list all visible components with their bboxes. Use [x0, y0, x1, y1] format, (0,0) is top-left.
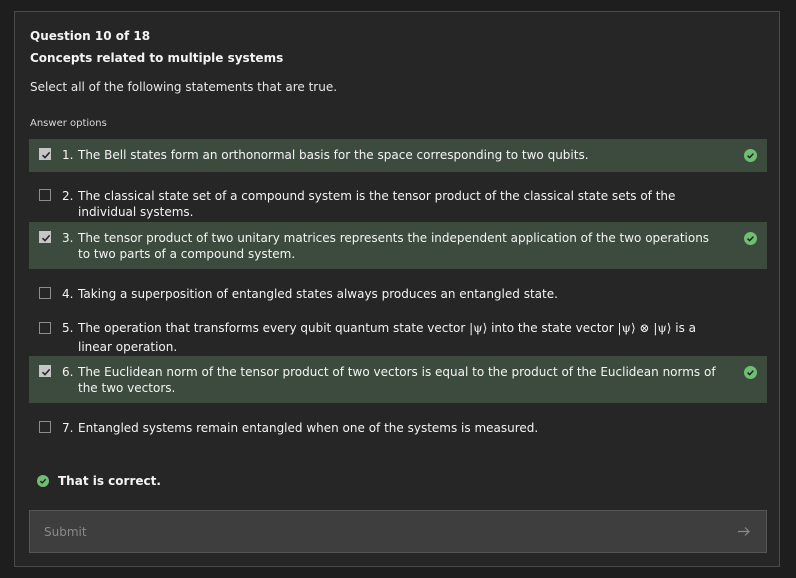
- checkbox-unchecked[interactable]: [39, 421, 51, 433]
- option-text: The tensor product of two unitary matric…: [78, 231, 710, 261]
- option-text: The Euclidean norm of the tensor product…: [78, 365, 716, 395]
- option-number: 7.: [62, 421, 74, 435]
- submit-label: Submit: [44, 524, 87, 539]
- answer-option-4[interactable]: 4. Taking a superposition of entangled s…: [29, 278, 767, 308]
- submit-button[interactable]: Submit: [29, 510, 767, 553]
- feedback-text: That is correct.: [58, 474, 161, 488]
- check-circle-icon: [744, 232, 757, 245]
- option-text-part-1: The operation that transforms every qubi…: [78, 321, 470, 335]
- option-number: 5.: [62, 321, 74, 335]
- checkmark-icon: [41, 151, 51, 159]
- psi-tensor-psi-math: |ψ⟩ ⊗ |ψ⟩: [617, 321, 672, 335]
- question-prompt: Select all of the following statements t…: [30, 80, 338, 94]
- checkbox-checked[interactable]: [39, 365, 51, 377]
- option-text: Taking a superposition of entangled stat…: [78, 287, 558, 301]
- check-circle-icon: [744, 366, 757, 379]
- question-title: Concepts related to multiple systems: [30, 51, 284, 65]
- option-text: The Bell states form an orthonormal basi…: [78, 148, 589, 162]
- option-number: 4.: [62, 287, 74, 301]
- checkmark-icon: [41, 368, 51, 376]
- arrow-right-icon: [738, 527, 750, 536]
- checkmark-icon: [41, 234, 51, 242]
- option-number: 1.: [62, 148, 74, 162]
- checkbox-unchecked[interactable]: [39, 322, 51, 334]
- option-number: 2.: [62, 189, 74, 203]
- feedback-message: That is correct.: [37, 474, 161, 488]
- answer-option-5[interactable]: 5. The operation that transforms every q…: [29, 313, 767, 354]
- answer-option-1[interactable]: 1. The Bell states form an orthonormal b…: [29, 139, 767, 172]
- option-text-part-2: into the state vector: [487, 321, 618, 335]
- psi-ket-math: |ψ⟩: [469, 321, 488, 335]
- answer-option-6[interactable]: 6. The Euclidean norm of the tensor prod…: [29, 356, 767, 403]
- checkbox-checked[interactable]: [39, 148, 51, 160]
- option-text: Entangled systems remain entangled when …: [78, 421, 539, 435]
- question-card: Question 10 of 18 Concepts related to mu…: [14, 11, 780, 567]
- option-number: 3.: [62, 231, 74, 245]
- answer-options-label: Answer options: [30, 118, 107, 129]
- answer-option-2[interactable]: 2. The classical state set of a compound…: [29, 180, 767, 220]
- answer-option-3[interactable]: 3. The tensor product of two unitary mat…: [29, 222, 767, 269]
- option-number: 6.: [62, 365, 74, 379]
- checkbox-unchecked[interactable]: [39, 287, 51, 299]
- checkbox-checked[interactable]: [39, 231, 51, 243]
- check-circle-icon: [744, 149, 757, 162]
- question-number: Question 10 of 18: [30, 29, 151, 43]
- check-circle-icon: [37, 475, 49, 487]
- answer-option-7[interactable]: 7. Entangled systems remain entangled wh…: [29, 412, 767, 442]
- option-text: The classical state set of a compound sy…: [78, 189, 676, 219]
- checkbox-unchecked[interactable]: [39, 189, 51, 201]
